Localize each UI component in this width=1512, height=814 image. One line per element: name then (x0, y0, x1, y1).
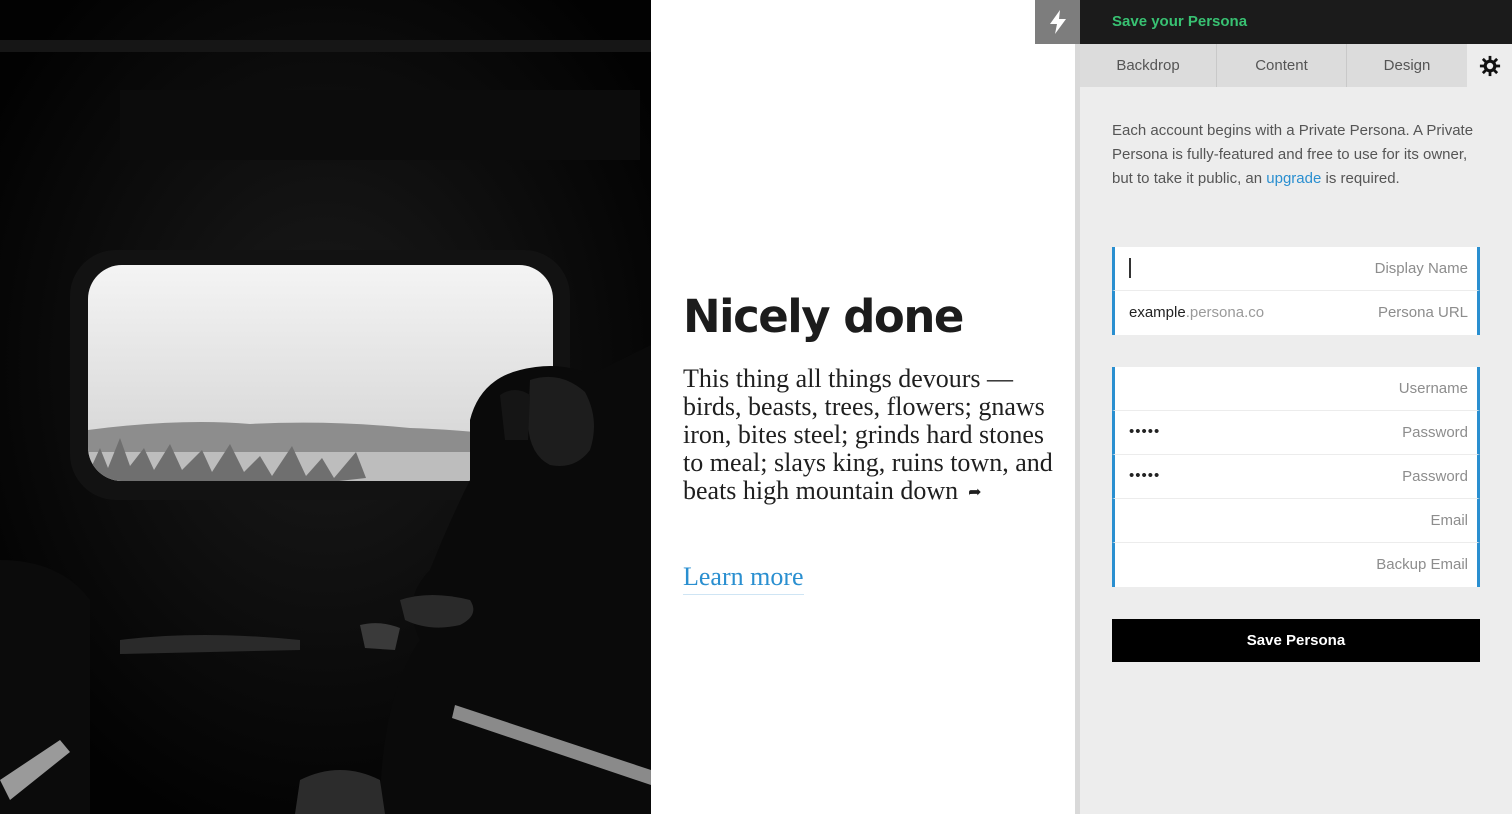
train-window-photo (0, 0, 651, 814)
email-label: Email (1430, 512, 1468, 529)
backdrop-photo (0, 0, 651, 814)
username-field[interactable]: Username (1112, 367, 1480, 411)
save-persona-button[interactable]: Save Persona (1112, 619, 1480, 662)
persona-fields: Display Name example.persona.co Persona … (1112, 247, 1480, 335)
upgrade-link[interactable]: upgrade (1266, 170, 1321, 187)
persona-preview: Nicely done This thing all things devour… (651, 0, 1075, 814)
password-field[interactable]: ••••• Password (1112, 411, 1480, 455)
hero-body: This thing all things devours — birds, b… (683, 365, 1055, 507)
username-label: Username (1398, 380, 1468, 397)
password-confirm-field[interactable]: ••••• Password (1112, 455, 1480, 499)
password-value: ••••• (1129, 423, 1161, 440)
password-label: Password (1402, 424, 1468, 441)
tab-backdrop[interactable]: Backdrop (1080, 44, 1217, 87)
persona-url-field[interactable]: example.persona.co Persona URL (1112, 291, 1480, 335)
panel-header: Save your Persona (1080, 0, 1512, 44)
password-confirm-value: ••••• (1129, 467, 1161, 484)
panel-title: Save your Persona (1112, 13, 1248, 30)
lightning-icon[interactable] (1035, 0, 1080, 44)
tab-content[interactable]: Content (1217, 44, 1347, 87)
page-headline: Nicely done (683, 290, 964, 343)
text-cursor (1129, 258, 1131, 278)
tab-design[interactable]: Design (1347, 44, 1467, 87)
display-name-field[interactable]: Display Name (1112, 247, 1480, 291)
hero-body-text: This thing all things devours — birds, b… (683, 364, 1053, 505)
backup-email-label: Backup Email (1376, 556, 1468, 573)
email-field[interactable]: Email (1112, 499, 1480, 543)
account-fields: Username ••••• Password ••••• Password E… (1112, 367, 1480, 587)
learn-more-link[interactable]: Learn more (683, 562, 804, 595)
gear-icon[interactable] (1467, 44, 1512, 87)
persona-url-label: Persona URL (1377, 304, 1468, 321)
persona-url-value: example.persona.co (1129, 304, 1265, 321)
panel-tabs: Backdrop Content Design (1080, 44, 1512, 87)
backup-email-field[interactable]: Backup Email (1112, 543, 1480, 587)
intro-text: Each account begins with a Private Perso… (1112, 122, 1474, 187)
display-name-label: Display Name (1374, 260, 1468, 277)
share-arrow-icon[interactable]: ➦ (968, 479, 981, 507)
password-confirm-label: Password (1402, 468, 1468, 485)
